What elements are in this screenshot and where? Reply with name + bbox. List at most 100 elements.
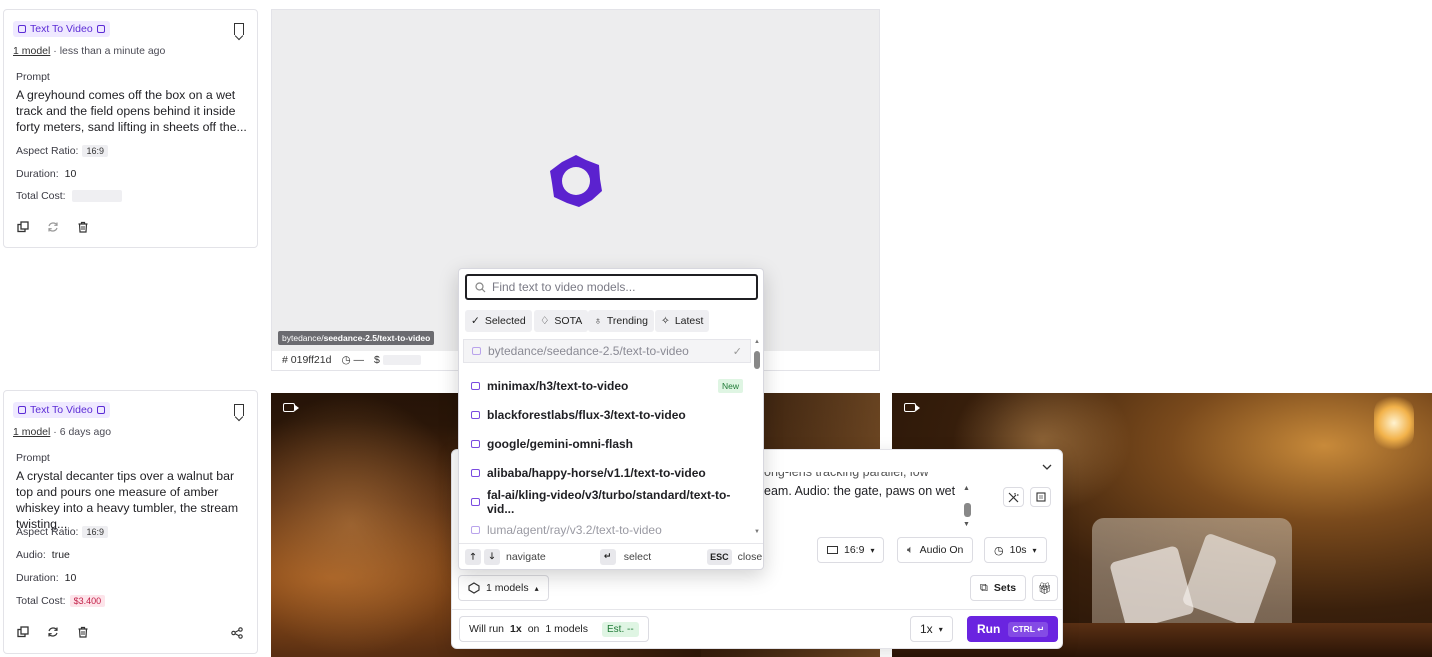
duplicate-icon[interactable] xyxy=(17,626,29,638)
chevron-down-icon: ▾ xyxy=(1032,545,1037,555)
dropdown-scrollbar[interactable]: ▲ ▼ xyxy=(753,339,761,539)
video-icon xyxy=(471,469,480,477)
model-search-field[interactable] xyxy=(465,274,758,300)
models-icon xyxy=(468,582,480,594)
chevron-down-icon: ▾ xyxy=(938,624,943,634)
generation-id: 019ff21d xyxy=(290,354,332,366)
chevron-up-icon: ▴ xyxy=(534,583,539,593)
search-icon xyxy=(475,281,486,292)
retry-icon[interactable] xyxy=(47,626,59,638)
textarea-scrollbar[interactable]: ▲ ▼ xyxy=(963,485,971,529)
dropdown-footer: 🡑 🡓 navigate ↵ select ESC close xyxy=(459,543,763,569)
delete-icon[interactable] xyxy=(77,221,89,233)
estimate-badge: Est. -- xyxy=(602,621,639,637)
retry-icon[interactable] xyxy=(47,221,59,233)
model-option[interactable]: luma/agent/ray/v3.2/text-to-video xyxy=(463,518,751,542)
gift-button[interactable]: 🎁︎ xyxy=(1032,575,1058,601)
enhance-prompt-button[interactable] xyxy=(1003,487,1024,507)
check-icon: ✓ xyxy=(732,345,742,358)
duration-value: 10 xyxy=(64,572,77,584)
composer-divider xyxy=(452,609,1062,610)
audio-toggle[interactable]: 🔈︎ Audio On xyxy=(897,537,974,563)
prompt-label: Prompt xyxy=(16,71,50,83)
new-badge: New xyxy=(717,379,743,393)
duration-select[interactable]: ◷ 10s ▾ xyxy=(984,537,1047,563)
bookmark-icon[interactable] xyxy=(234,23,244,35)
filter-selected[interactable]: ✓ Selected xyxy=(465,310,532,332)
model-option[interactable]: blackforestlabs/flux-3/text-to-video xyxy=(463,403,751,427)
type-badge: Text To Video xyxy=(13,21,110,37)
search-input[interactable] xyxy=(492,280,742,294)
filter-trending[interactable]: ♁ Trending xyxy=(588,310,654,332)
clock-icon: ◷ xyxy=(341,354,351,366)
check-icon: ✓ xyxy=(471,315,480,327)
duplicate-icon[interactable] xyxy=(17,221,29,233)
image-input-button[interactable] xyxy=(1030,487,1051,507)
video-icon xyxy=(471,382,480,390)
text-icon xyxy=(18,25,26,33)
model-option[interactable]: minimax/h3/text-to-video New xyxy=(463,374,751,398)
prompt-text: A crystal decanter tips over a walnut ba… xyxy=(16,469,239,531)
arrow-up-key: 🡑 xyxy=(465,548,481,565)
video-icon xyxy=(471,498,480,506)
filter-latest[interactable]: ✧ Latest xyxy=(655,310,710,332)
tag-icon: ♢ xyxy=(540,315,550,327)
tile-footer: # 019ff21d ◷ — $ xyxy=(282,354,421,366)
duration-row: Duration: 10 xyxy=(16,572,77,584)
aspect-icon xyxy=(827,546,838,554)
generation-card-1: Text To Video 1 model · less than a minu… xyxy=(3,9,258,248)
cost-skeleton xyxy=(71,190,122,203)
speaker-icon: 🔈︎ xyxy=(907,543,914,556)
video-icon xyxy=(472,347,481,355)
model-option[interactable]: google/gemini-omni-flash xyxy=(463,432,751,456)
multiplier-select[interactable]: 1x ▾ xyxy=(910,616,953,642)
generation-card-2: Text To Video 1 model · 6 days ago Promp… xyxy=(3,390,258,654)
sets-button[interactable]: ⧉ Sets xyxy=(970,575,1027,601)
video-icon xyxy=(96,25,105,33)
model-option[interactable]: fal-ai/kling-video/v3/turbo/standard/tex… xyxy=(463,488,751,516)
video-camera-icon xyxy=(283,403,299,412)
badge-label: Text To Video xyxy=(30,23,93,35)
run-shortcut: CTRL ↵ xyxy=(1008,621,1049,637)
model-option-selected[interactable]: bytedance/seedance-2.5/text-to-video ✓ xyxy=(463,339,751,363)
sets-icon: ⧉ xyxy=(980,581,988,594)
arrow-down-key: 🡓 xyxy=(484,548,500,565)
models-link[interactable]: 1 model xyxy=(13,45,50,57)
models-selector-button[interactable]: 1 models ▴ xyxy=(458,575,549,601)
lamp-bulb xyxy=(1374,393,1414,453)
card-meta: 1 model · 6 days ago xyxy=(13,426,112,438)
cost-row: $ xyxy=(374,354,421,366)
model-search-dropdown: ✓Selected ♢SOTA ♁Trending ✧Latest byteda… xyxy=(458,268,764,570)
cost-row: Total Cost: xyxy=(16,190,122,203)
aspect-ratio-select[interactable]: 16:9 ▾ xyxy=(817,537,885,563)
prompt-label: Prompt xyxy=(16,452,50,464)
video-camera-icon xyxy=(904,403,920,412)
share-icon[interactable] xyxy=(231,627,243,639)
gift-icon: 🎁︎ xyxy=(1038,582,1052,595)
cost-value: $3.400 xyxy=(69,595,106,607)
model-option[interactable]: alibaba/happy-horse/v1.1/text-to-video xyxy=(463,461,751,485)
aspect-value: 16:9 xyxy=(82,145,108,157)
delete-icon[interactable] xyxy=(77,626,89,638)
aspect-row: Aspect Ratio: 16:9 xyxy=(16,145,108,157)
aspect-value: 16:9 xyxy=(82,526,108,538)
magic-wand-off-icon xyxy=(1008,492,1019,502)
id-row: # 019ff21d xyxy=(282,354,331,366)
text-icon xyxy=(18,406,26,414)
image-icon xyxy=(1035,492,1046,502)
type-badge: Text To Video xyxy=(13,402,110,418)
sparkle-icon: ✧ xyxy=(661,315,670,327)
audio-value: true xyxy=(51,549,70,561)
badge-label: Text To Video xyxy=(30,404,93,416)
video-icon xyxy=(471,526,480,534)
duration-value: 10 xyxy=(64,168,77,180)
timestamp: less than a minute ago xyxy=(59,45,166,57)
chevron-down-icon: ▾ xyxy=(870,545,875,555)
filter-sota[interactable]: ♢ SOTA xyxy=(534,310,589,332)
models-link[interactable]: 1 model xyxy=(13,426,50,438)
collapse-chevron-icon[interactable] xyxy=(1042,464,1052,470)
card-meta: 1 model · less than a minute ago xyxy=(13,45,166,57)
time-row: ◷ — xyxy=(341,354,365,366)
run-button[interactable]: Run CTRL ↵ xyxy=(967,616,1059,642)
bookmark-icon[interactable] xyxy=(234,404,244,416)
